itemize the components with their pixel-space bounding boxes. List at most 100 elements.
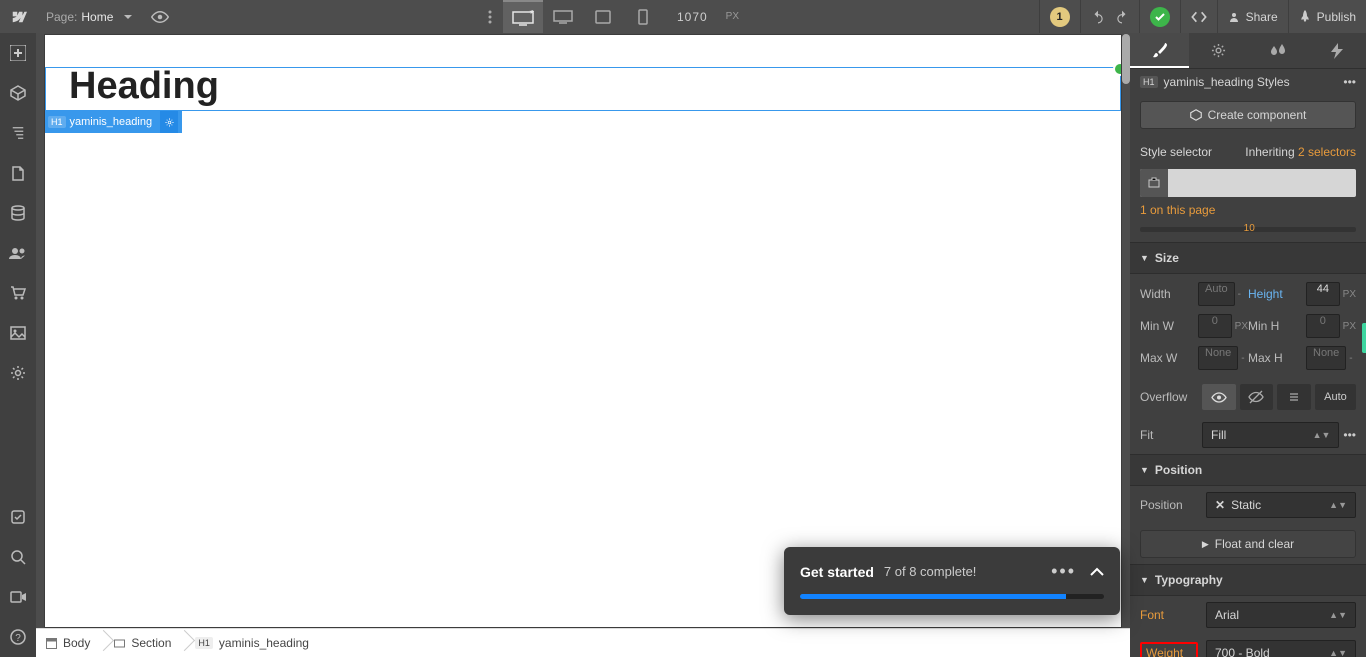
panel-resize-handle[interactable] bbox=[1362, 323, 1366, 353]
redo-icon bbox=[1115, 10, 1129, 24]
tab-effects[interactable] bbox=[1307, 33, 1366, 68]
element-tag: H1 bbox=[1140, 76, 1158, 88]
on-page-count[interactable]: 1 on this page bbox=[1140, 203, 1215, 217]
maxw-label: Max W bbox=[1140, 351, 1198, 365]
canvas-width-value[interactable]: 1070 bbox=[663, 10, 722, 24]
rocket-icon bbox=[1299, 10, 1311, 24]
top-bar: Page: Home ★ 1070 PX 1 Share Publish bbox=[0, 0, 1366, 33]
user-icon bbox=[1228, 11, 1240, 23]
selection-label[interactable]: H1 yaminis_heading bbox=[44, 111, 182, 133]
assets-button[interactable] bbox=[0, 313, 36, 353]
add-element-button[interactable] bbox=[0, 33, 36, 73]
check-square-icon bbox=[11, 510, 25, 524]
overflow-visible[interactable] bbox=[1202, 384, 1236, 410]
minh-input[interactable]: 0 bbox=[1306, 314, 1340, 338]
preview-button[interactable] bbox=[143, 0, 177, 33]
page-canvas[interactable]: Heading H1 yaminis_heading bbox=[44, 34, 1122, 628]
canvas-area: Heading H1 yaminis_heading bbox=[36, 33, 1130, 628]
audit-button[interactable] bbox=[0, 497, 36, 537]
toast-subtitle: 7 of 8 complete! bbox=[884, 564, 977, 579]
selector-type-icon[interactable] bbox=[1140, 169, 1168, 197]
pages-button[interactable] bbox=[0, 153, 36, 193]
undo-button[interactable] bbox=[1080, 0, 1115, 33]
search-button[interactable] bbox=[0, 537, 36, 577]
more-menu[interactable] bbox=[477, 0, 503, 33]
class-menu[interactable]: ••• bbox=[1343, 75, 1356, 89]
navigator-button[interactable] bbox=[0, 113, 36, 153]
selection-tag: H1 bbox=[48, 116, 66, 128]
publish-button[interactable]: Publish bbox=[1288, 0, 1366, 33]
chevron-up-icon bbox=[1090, 567, 1104, 576]
section-size[interactable]: ▼Size bbox=[1130, 242, 1366, 274]
search-icon bbox=[11, 550, 26, 565]
crumb-heading[interactable]: H1 yaminis_heading bbox=[185, 629, 323, 657]
gear-icon bbox=[164, 117, 175, 128]
overflow-auto[interactable]: Auto bbox=[1315, 384, 1356, 410]
chevron-down-icon[interactable] bbox=[123, 12, 133, 22]
device-desktop[interactable] bbox=[543, 0, 583, 33]
webflow-logo[interactable] bbox=[0, 0, 36, 33]
overflow-scroll[interactable] bbox=[1277, 384, 1311, 410]
create-component-button[interactable]: Create component bbox=[1140, 101, 1356, 129]
webflow-icon bbox=[9, 8, 27, 26]
tab-style[interactable] bbox=[1130, 33, 1189, 68]
weight-label: Weight bbox=[1140, 642, 1198, 657]
left-toolbar: ? bbox=[0, 33, 36, 657]
device-mobile[interactable] bbox=[623, 0, 663, 33]
panel-tabs bbox=[1130, 33, 1366, 69]
toast-menu[interactable]: ••• bbox=[1051, 561, 1076, 582]
float-clear-button[interactable]: ▶Float and clear bbox=[1140, 530, 1356, 558]
canvas-scrollbar[interactable] bbox=[1122, 34, 1130, 84]
toast-collapse[interactable] bbox=[1090, 567, 1104, 576]
changes-count[interactable]: 1 bbox=[1039, 0, 1080, 33]
undo-icon bbox=[1091, 10, 1105, 24]
maxh-input[interactable]: None bbox=[1306, 346, 1346, 370]
height-input[interactable]: 44 bbox=[1306, 282, 1340, 306]
selector-input[interactable] bbox=[1140, 169, 1356, 197]
fit-select[interactable]: Fill▲▼ bbox=[1202, 422, 1339, 448]
font-label: Font bbox=[1140, 608, 1198, 622]
video-button[interactable] bbox=[0, 577, 36, 617]
crumb-body[interactable]: Body bbox=[36, 629, 104, 657]
selection-class: yaminis_heading bbox=[70, 116, 153, 128]
monitor-star-icon: ★ bbox=[512, 10, 534, 26]
cart-icon bbox=[10, 286, 26, 300]
layers-icon bbox=[11, 126, 25, 140]
section-icon bbox=[114, 638, 125, 649]
tab-interactions[interactable] bbox=[1248, 33, 1307, 68]
section-typography[interactable]: ▼Typography bbox=[1130, 564, 1366, 596]
share-button[interactable]: Share bbox=[1217, 0, 1288, 33]
maxw-input[interactable]: None bbox=[1198, 346, 1238, 370]
device-tablet[interactable] bbox=[583, 0, 623, 33]
minw-input[interactable]: 0 bbox=[1198, 314, 1232, 338]
users-icon bbox=[9, 247, 27, 259]
device-desktop-large[interactable]: ★ bbox=[503, 0, 543, 33]
help-button[interactable]: ? bbox=[0, 617, 36, 657]
section-position[interactable]: ▼Position bbox=[1130, 454, 1366, 486]
cube-icon bbox=[10, 85, 26, 101]
symbols-button[interactable] bbox=[0, 73, 36, 113]
page-name[interactable]: Home bbox=[81, 10, 123, 24]
selection-settings[interactable] bbox=[160, 111, 178, 133]
ecommerce-button[interactable] bbox=[0, 273, 36, 313]
inheriting-link[interactable]: 2 selectors bbox=[1298, 145, 1356, 159]
font-select[interactable]: Arial▲▼ bbox=[1206, 602, 1356, 628]
settings-button[interactable] bbox=[0, 353, 36, 393]
crumb-section[interactable]: Section bbox=[104, 629, 185, 657]
add-after-handle[interactable] bbox=[1113, 62, 1122, 76]
weight-select[interactable]: 700 - Bold▲▼ bbox=[1206, 640, 1356, 657]
position-select[interactable]: ✕Static ▲▼ bbox=[1206, 492, 1356, 518]
fit-more[interactable]: ••• bbox=[1343, 428, 1356, 442]
tab-settings[interactable] bbox=[1189, 33, 1248, 68]
width-input[interactable]: Auto bbox=[1198, 282, 1235, 306]
cube-icon bbox=[1190, 109, 1202, 121]
status-ok[interactable] bbox=[1139, 0, 1180, 33]
users-button[interactable] bbox=[0, 233, 36, 273]
cms-button[interactable] bbox=[0, 193, 36, 233]
overflow-hidden[interactable] bbox=[1240, 384, 1274, 410]
redo-button[interactable] bbox=[1115, 0, 1139, 33]
scroll-icon bbox=[1288, 390, 1300, 404]
style-selector-label: Style selector bbox=[1140, 145, 1212, 159]
export-code-button[interactable] bbox=[1180, 0, 1217, 33]
specificity-bar: 10 bbox=[1140, 227, 1356, 232]
